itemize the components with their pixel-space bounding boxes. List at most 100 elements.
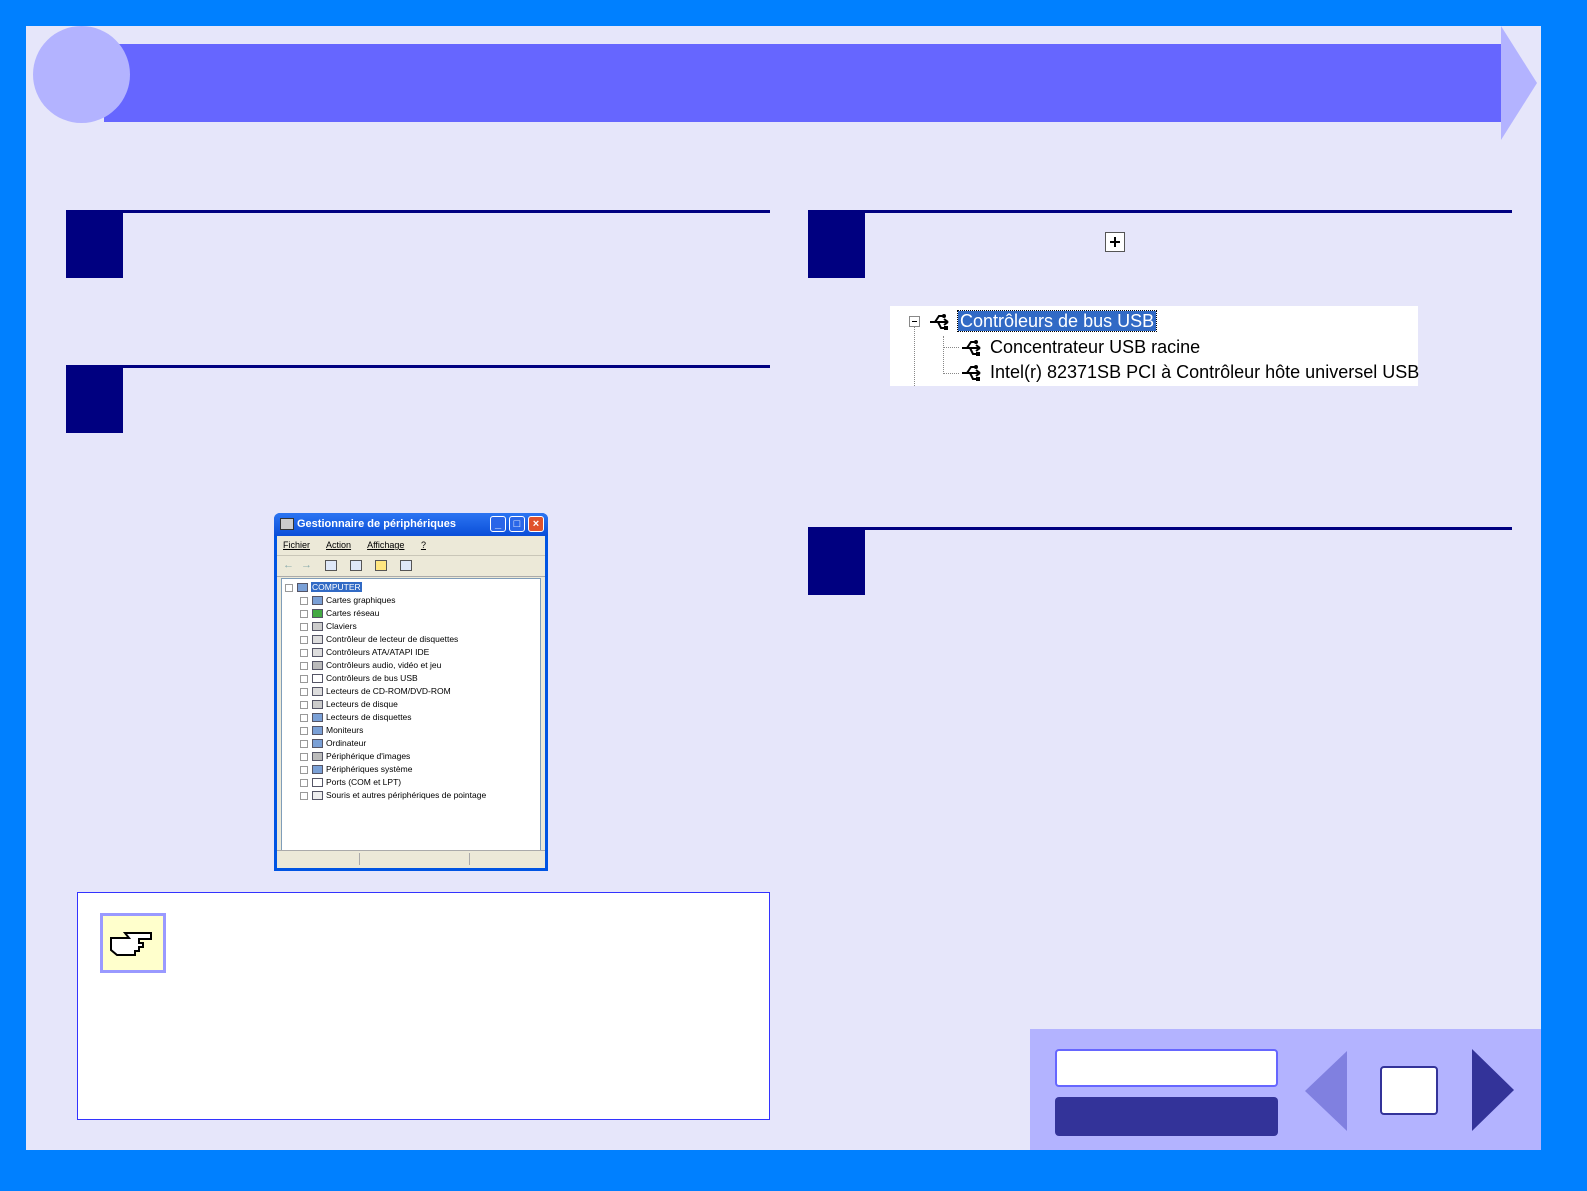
computer-icon <box>297 583 308 593</box>
tree-item-label: Périphérique d'images <box>326 751 411 761</box>
nav-contents-button[interactable] <box>1055 1049 1278 1087</box>
expand-icon[interactable] <box>300 609 308 618</box>
usb-icon <box>962 365 981 382</box>
menu-fichier[interactable]: Fichier <box>283 540 310 550</box>
nav-index-button[interactable] <box>1055 1097 1278 1136</box>
step-2-number-box <box>66 367 123 433</box>
tree-item[interactable]: Claviers <box>300 620 357 633</box>
menu-help[interactable]: ? <box>421 540 426 550</box>
expand-icon[interactable] <box>300 674 308 683</box>
title-circle <box>33 26 130 123</box>
forward-icon[interactable]: → <box>301 559 312 571</box>
tree-item[interactable]: Ordinateur <box>300 737 366 750</box>
tree-item[interactable]: Contrôleur de lecteur de disquettes <box>300 633 458 646</box>
properties-icon[interactable] <box>325 560 337 571</box>
help-icon[interactable] <box>375 560 387 571</box>
expand-icon[interactable] <box>300 687 308 696</box>
expand-icon[interactable] <box>300 791 308 800</box>
tree-connector <box>943 347 959 348</box>
tree-item[interactable]: Cartes réseau <box>300 607 379 620</box>
audio-icon <box>312 661 323 671</box>
expand-icon[interactable] <box>300 661 308 670</box>
expand-plus-icon <box>1105 232 1125 252</box>
port-icon <box>312 778 323 788</box>
close-button[interactable]: × <box>528 516 544 532</box>
tree-item[interactable]: Ports (COM et LPT) <box>300 776 401 789</box>
tree-item-label: Ports (COM et LPT) <box>326 777 402 787</box>
menu-action[interactable]: Action <box>326 540 351 550</box>
device-tree: COMPUTER Cartes graphiques Cartes réseau… <box>281 578 541 851</box>
monitor-icon <box>312 726 323 736</box>
collapse-icon[interactable] <box>285 583 293 592</box>
device-manager-toolbar: ← → <box>277 556 545 577</box>
device-manager-title: Gestionnaire de périphériques <box>297 518 456 530</box>
back-icon[interactable]: ← <box>283 559 294 571</box>
menu-affichage[interactable]: Affichage <box>367 540 404 550</box>
tree-item-label: Contrôleurs de bus USB <box>326 673 418 683</box>
scan-hardware-icon[interactable] <box>400 560 412 571</box>
expand-icon[interactable] <box>300 622 308 631</box>
step-2-rule <box>66 365 770 368</box>
tree-item-label: Contrôleurs audio, vidéo et jeu <box>326 660 442 670</box>
cdrom-icon <box>312 687 323 697</box>
bottom-frame-strip <box>0 1176 1587 1191</box>
tree-item-label: Claviers <box>326 621 357 631</box>
tree-item[interactable]: Cartes graphiques <box>300 594 395 607</box>
expand-icon[interactable] <box>300 765 308 774</box>
step-3-number-box <box>808 212 865 278</box>
tree-item[interactable]: Périphériques système <box>300 763 412 776</box>
tree-item[interactable]: Lecteurs de disquettes <box>300 711 412 724</box>
usb-root-hub-label: Concentrateur USB racine <box>990 337 1201 357</box>
navigation-panel <box>1030 1029 1541 1150</box>
device-manager-titlebar: Gestionnaire de périphériques _ □ × <box>274 513 548 536</box>
maximize-button[interactable]: □ <box>509 516 525 532</box>
computer-icon <box>280 518 294 531</box>
ide-controller-icon <box>312 648 323 658</box>
tree-item[interactable]: Contrôleurs de bus USB <box>300 672 418 685</box>
usb-controllers-node[interactable]: Contrôleurs de bus USB <box>928 309 1158 333</box>
expand-icon[interactable] <box>300 635 308 644</box>
collapse-minus-icon[interactable] <box>909 316 920 327</box>
computer-icon <box>312 739 323 749</box>
title-arrow-icon <box>1501 26 1537 140</box>
expand-icon[interactable] <box>300 752 308 761</box>
device-manager-statusbar <box>277 850 545 868</box>
tree-item[interactable]: Souris et autres périphériques de pointa… <box>300 789 486 802</box>
prev-page-arrow-icon[interactable] <box>1305 1051 1347 1131</box>
step-3-rule <box>808 210 1512 213</box>
tree-item[interactable]: Moniteurs <box>300 724 363 737</box>
status-divider <box>469 853 470 865</box>
tree-item-label: Contrôleur de lecteur de disquettes <box>326 634 459 644</box>
note-box <box>77 892 770 1120</box>
usb-root-hub-node[interactable]: Concentrateur USB racine <box>960 335 1200 359</box>
tree-item[interactable]: Périphérique d'images <box>300 750 410 763</box>
status-divider <box>359 853 360 865</box>
expand-icon[interactable] <box>300 713 308 722</box>
floppy-controller-icon <box>312 635 323 645</box>
tree-item-label: Périphériques système <box>326 764 413 774</box>
expand-icon[interactable] <box>300 700 308 709</box>
usb-host-controller-node[interactable]: Intel(r) 82371SB PCI à Contrôleur hôte u… <box>960 360 1419 384</box>
tree-root[interactable]: COMPUTER <box>285 581 362 594</box>
expand-icon[interactable] <box>300 778 308 787</box>
disk-drive-icon <box>312 700 323 710</box>
display-adapter-icon <box>312 596 323 606</box>
tree-connector <box>943 336 944 374</box>
expand-icon[interactable] <box>300 596 308 605</box>
tree-connector <box>943 373 959 374</box>
print-icon[interactable] <box>350 560 362 571</box>
tree-connector <box>914 327 915 386</box>
step-1-rule <box>66 210 770 213</box>
mouse-icon <box>312 791 323 801</box>
minimize-button[interactable]: _ <box>490 516 506 532</box>
tree-item[interactable]: Lecteurs de disque <box>300 698 398 711</box>
tree-item[interactable]: Contrôleurs audio, vidéo et jeu <box>300 659 441 672</box>
pointing-hand-icon <box>110 932 152 956</box>
expand-icon[interactable] <box>300 739 308 748</box>
next-page-arrow-icon[interactable] <box>1472 1049 1514 1131</box>
tree-item[interactable]: Lecteurs de CD-ROM/DVD-ROM <box>300 685 451 698</box>
tree-item[interactable]: Contrôleurs ATA/ATAPI IDE <box>300 646 429 659</box>
expand-icon[interactable] <box>300 726 308 735</box>
usb-icon <box>930 314 949 331</box>
expand-icon[interactable] <box>300 648 308 657</box>
